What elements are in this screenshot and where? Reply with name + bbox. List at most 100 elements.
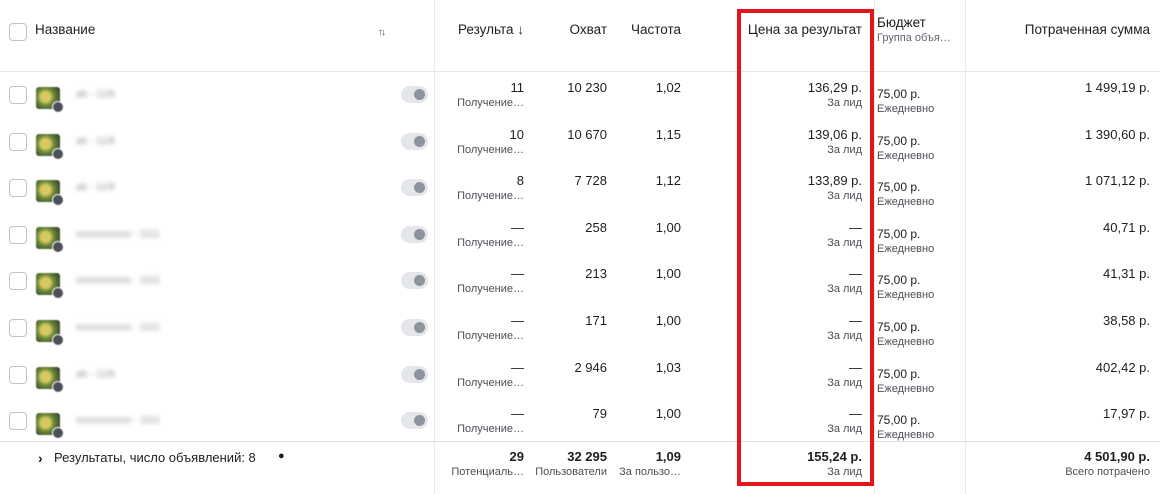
budget-cell[interactable]: 75,00 р. Ежедневно xyxy=(877,367,934,397)
reach-cell: 171 xyxy=(530,313,607,328)
reach-cell: 10 670 xyxy=(530,127,607,142)
footer-frequency-sub: За пользо… xyxy=(619,466,681,478)
header-budget[interactable]: Бюджет Группа объя… xyxy=(877,0,967,72)
frequency-cell: 1,00 xyxy=(612,266,681,281)
row-checkbox[interactable] xyxy=(9,272,27,291)
frequency-value: 1,00 xyxy=(655,219,681,235)
budget-cell[interactable]: 75,00 р. Ежедневно xyxy=(877,273,934,303)
table-row[interactable]: xxxxxxxxxxx - 1111 — Получение… 171 1,00… xyxy=(0,306,1160,353)
header-reach[interactable]: Охват xyxy=(540,0,607,72)
results-cell: — Получение… xyxy=(444,313,524,342)
ad-name[interactable]: ab - 11/8 xyxy=(76,89,115,100)
header-spent[interactable]: Потраченная сумма xyxy=(990,0,1150,72)
spent-value: 402,42 р. xyxy=(1095,359,1150,375)
ad-toggle[interactable] xyxy=(401,365,428,383)
info-icon[interactable]: ● xyxy=(278,450,285,462)
results-value: 8 xyxy=(516,173,524,189)
reach-cell: 258 xyxy=(530,220,607,235)
header-budget-label: Бюджет xyxy=(877,15,926,30)
ad-toggle[interactable] xyxy=(401,179,428,197)
expand-chevron-icon[interactable]: › xyxy=(38,450,43,466)
budget-value: 75,00 р. xyxy=(877,180,921,195)
reach-cell: 79 xyxy=(530,406,607,421)
budget-cell[interactable]: 75,00 р. Ежедневно xyxy=(877,320,934,350)
header-name-label: Название xyxy=(35,22,96,37)
frequency-cell: 1,00 xyxy=(612,220,681,235)
spent-value: 1 071,12 р. xyxy=(1084,173,1150,189)
footer-results-sub: Потенциаль… xyxy=(451,466,524,478)
ad-toggle[interactable] xyxy=(401,86,428,103)
reach-cell: 2 946 xyxy=(530,360,607,375)
ad-name[interactable]: xxxxxxxxxxx - 1111 xyxy=(76,415,160,426)
results-sub: Получение… xyxy=(457,143,524,156)
frequency-value: 1,00 xyxy=(655,406,681,422)
budget-sub: Ежедневно xyxy=(877,242,935,255)
table-row[interactable]: ab - 11/8 — Получение… 2 946 1,03 — За л… xyxy=(0,353,1160,400)
budget-cell[interactable]: 75,00 р. Ежедневно xyxy=(877,227,934,257)
budget-sub: Ежедневно xyxy=(877,336,935,348)
ad-thumbnail xyxy=(36,273,64,300)
table-row[interactable]: ab - 11/8 11 Получение… 10 230 1,02 136,… xyxy=(0,73,1160,120)
sort-icon[interactable]: ↑↓ xyxy=(378,27,386,38)
ad-toggle[interactable] xyxy=(401,272,428,290)
row-checkbox[interactable] xyxy=(9,179,27,198)
ad-name[interactable]: ab - 11/8 xyxy=(76,369,115,380)
reach-cell: 213 xyxy=(530,266,607,281)
row-checkbox[interactable] xyxy=(9,225,27,244)
header-name[interactable]: Название xyxy=(35,0,235,72)
header-frequency-label: Частота xyxy=(630,22,681,37)
table-row[interactable]: ab - 11/8 10 Получение… 10 670 1,15 139,… xyxy=(0,120,1160,167)
ad-name[interactable]: xxxxxxxxxxx - 1111 xyxy=(76,322,160,333)
header-frequency[interactable]: Частота xyxy=(612,0,681,72)
ad-name[interactable]: ab - 11/8 xyxy=(76,182,115,193)
ad-name[interactable]: ab - 11/8 xyxy=(76,136,115,147)
results-cell: — Получение… xyxy=(444,406,524,435)
spent-cell: 1 499,19 р. xyxy=(1000,80,1150,95)
ad-name[interactable]: xxxxxxxxxxx - 1111 xyxy=(76,229,160,240)
row-checkbox[interactable] xyxy=(9,319,27,337)
reach-value: 10 670 xyxy=(567,126,607,142)
row-checkbox[interactable] xyxy=(9,132,27,151)
budget-value: 75,00 р. xyxy=(877,366,921,381)
select-all-checkbox[interactable] xyxy=(9,23,27,41)
row-checkbox[interactable] xyxy=(9,365,27,384)
results-sub: Получение… xyxy=(457,236,524,249)
footer-results: 29 Потенциаль… xyxy=(444,449,524,478)
footer-spent-sub: Всего потрачено xyxy=(1065,466,1150,478)
header-budget-sub: Группа объя… xyxy=(877,32,951,44)
ad-toggle[interactable] xyxy=(401,132,428,150)
header-results[interactable]: Результа ↓ xyxy=(440,0,524,72)
table-row[interactable]: xxxxxxxxxxx - 1111 — Получение… 258 1,00… xyxy=(0,213,1160,260)
table-row[interactable]: ab - 11/8 8 Получение… 7 728 1,12 133,89… xyxy=(0,166,1160,213)
ad-name[interactable]: xxxxxxxxxxx - 1111 xyxy=(76,275,160,286)
row-checkbox[interactable] xyxy=(9,86,27,104)
budget-sub: Ежедневно xyxy=(877,289,935,302)
reach-value: 79 xyxy=(592,406,607,422)
reach-cell: 7 728 xyxy=(530,173,607,188)
ad-toggle[interactable] xyxy=(401,225,428,243)
results-sub: Получение… xyxy=(457,283,524,296)
reach-value: 2 946 xyxy=(574,359,607,375)
budget-cell[interactable]: 75,00 р. Ежедневно xyxy=(877,87,934,117)
table-row[interactable]: xxxxxxxxxxx - 1111 — Получение… 213 1,00… xyxy=(0,259,1160,306)
budget-sub: Ежедневно xyxy=(877,149,935,162)
ad-toggle[interactable] xyxy=(401,412,428,430)
spent-cell: 38,58 р. xyxy=(1000,313,1150,328)
results-sub: Получение… xyxy=(457,376,524,389)
ad-toggle[interactable] xyxy=(401,319,428,336)
spent-value: 17,97 р. xyxy=(1103,406,1150,422)
budget-value: 75,00 р. xyxy=(877,226,921,241)
table-row[interactable]: xxxxxxxxxxx - 1111 — Получение… 79 1,00 … xyxy=(0,399,1160,446)
spent-cell: 1 071,12 р. xyxy=(1000,173,1150,188)
row-checkbox[interactable] xyxy=(9,412,27,431)
footer-reach-sub: Пользователи xyxy=(535,466,607,478)
results-value: — xyxy=(511,219,524,235)
budget-cell[interactable]: 75,00 р. Ежедневно xyxy=(877,413,934,443)
results-value: 10 xyxy=(509,126,524,142)
footer-spent: 4 501,90 р. Всего потрачено xyxy=(1000,449,1150,478)
spent-cell: 402,42 р. xyxy=(1000,360,1150,375)
budget-cell[interactable]: 75,00 р. Ежедневно xyxy=(877,180,934,210)
footer-reach: 32 295 Пользователи xyxy=(530,449,607,478)
budget-cell[interactable]: 75,00 р. Ежедневно xyxy=(877,134,934,164)
header-spent-label: Потраченная сумма xyxy=(1024,22,1150,37)
